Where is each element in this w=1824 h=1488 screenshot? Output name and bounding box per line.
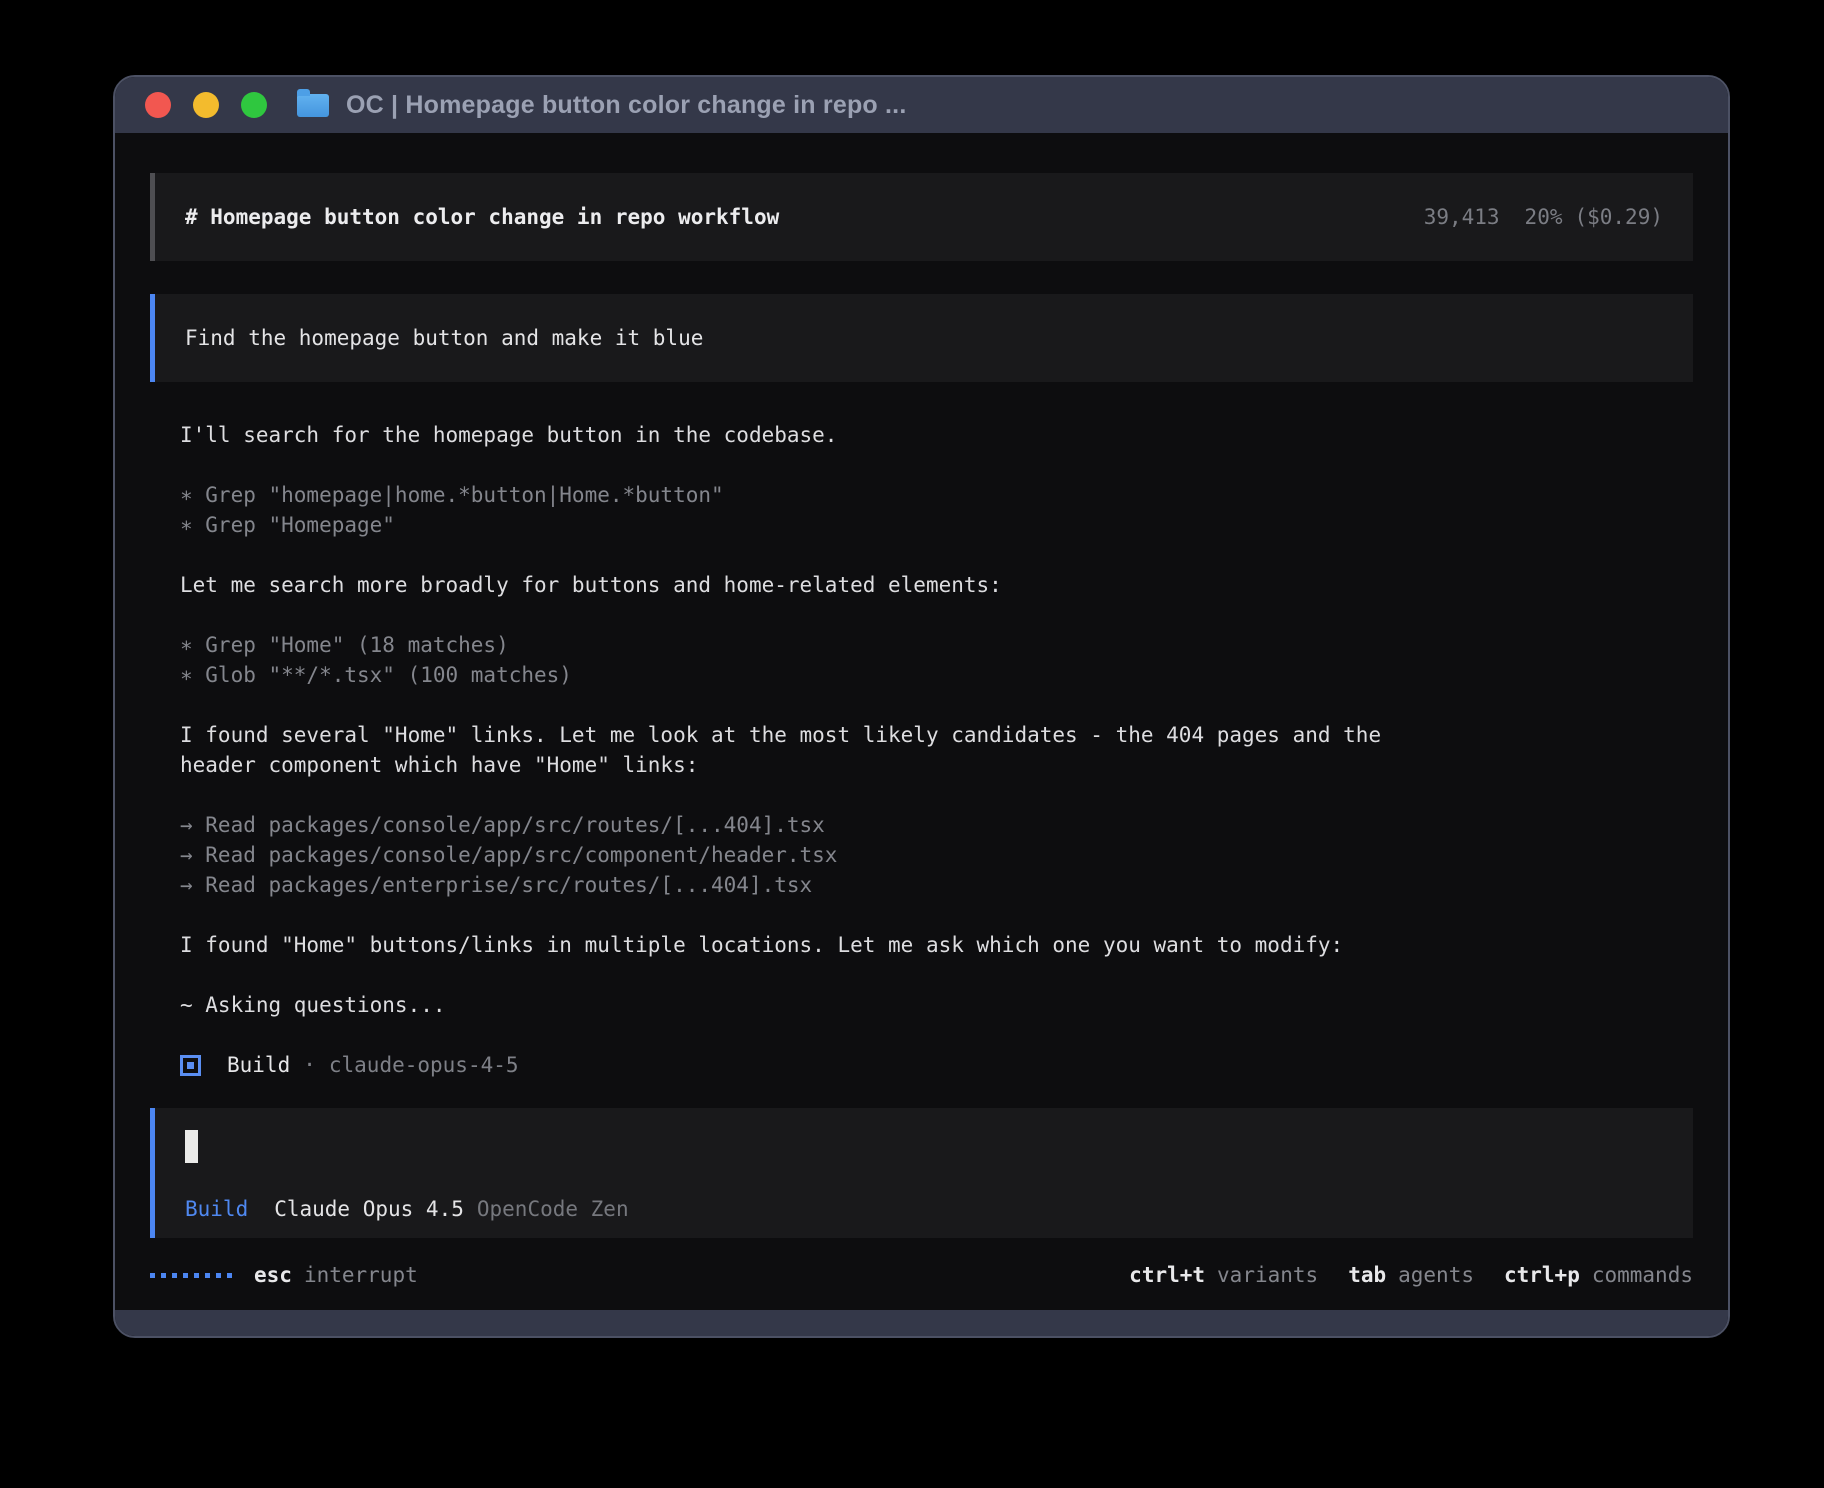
separator-dot: ·	[303, 1053, 316, 1077]
assistant-text-paragraph: ~ Asking questions...	[180, 990, 1693, 1020]
spinner-dot	[205, 1273, 210, 1278]
shortcut-key: ctrl+p	[1504, 1263, 1580, 1287]
spinner-dot	[194, 1273, 199, 1278]
assistant-text-paragraph: I found "Home" buttons/links in multiple…	[180, 930, 1693, 960]
session-header: # Homepage button color change in repo w…	[150, 173, 1693, 261]
assistant-text-paragraph: Let me search more broadly for buttons a…	[180, 570, 1693, 600]
traffic-lights	[145, 92, 267, 118]
assistant-text-line: I'll search for the homepage button in t…	[180, 420, 1693, 450]
session-cost: ($0.29)	[1574, 204, 1663, 230]
session-stats: 39,413 20% ($0.29)	[1424, 204, 1663, 230]
token-count: 39,413	[1424, 204, 1500, 230]
spinner-dot	[150, 1273, 155, 1278]
close-window-button[interactable]	[145, 92, 171, 118]
status-bar-right: ctrl+t variants tab agents ctrl+p commands	[1129, 1263, 1693, 1287]
shortcut-key: ctrl+t	[1129, 1263, 1205, 1287]
tool-call-line: ∗ Grep "homepage|home.*button|Home.*butt…	[180, 480, 1693, 510]
terminal-content: # Homepage button color change in repo w…	[115, 133, 1728, 1310]
zoom-window-button[interactable]	[241, 92, 267, 118]
keyboard-shortcut-hint: tab agents	[1348, 1263, 1474, 1287]
assistant-text-line: I found several "Home" links. Let me loo…	[180, 720, 1693, 750]
assistant-text-line: ~ Asking questions...	[180, 990, 1693, 1020]
folder-icon	[297, 94, 329, 117]
assistant-text-line: Let me search more broadly for buttons a…	[180, 570, 1693, 600]
agent-model: claude-opus-4-5	[329, 1053, 519, 1077]
prompt-model-name: Claude Opus 4.5	[274, 1196, 464, 1222]
tool-call-line: → Read packages/console/app/src/routes/[…	[180, 810, 1693, 840]
agent-name: Build	[227, 1053, 290, 1077]
terminal-window: OC | Homepage button color change in rep…	[113, 75, 1730, 1338]
keyboard-shortcut-hint: ctrl+t variants	[1129, 1263, 1318, 1287]
context-percent: 20%	[1525, 204, 1563, 230]
assistant-text-line: header component which have "Home" links…	[180, 750, 1693, 780]
assistant-text-paragraph: I found several "Home" links. Let me loo…	[180, 720, 1693, 780]
window-title: OC | Homepage button color change in rep…	[346, 91, 906, 120]
tool-call-line: ∗ Grep "Home" (18 matches)	[180, 630, 1693, 660]
esc-key-label: interrupt	[304, 1263, 418, 1287]
agent-square-icon	[180, 1055, 201, 1076]
spinner-dot	[227, 1273, 232, 1278]
spinner-dot	[172, 1273, 177, 1278]
status-bar: esc interrupt ctrl+tvariantstabagentsctr…	[150, 1260, 1693, 1290]
assistant-transcript: I'll search for the homepage button in t…	[150, 420, 1693, 1020]
esc-key-hint: esc	[254, 1263, 292, 1287]
shortcut-key: tab	[1348, 1263, 1386, 1287]
tool-call-group: ∗ Grep "Home" (18 matches)∗ Glob "**/*.t…	[180, 630, 1693, 690]
spinner-dot	[183, 1273, 188, 1278]
tool-call-group: ∗ Grep "homepage|home.*button|Home.*butt…	[180, 480, 1693, 540]
keyboard-shortcut-hint: ctrl+p commands	[1504, 1263, 1693, 1287]
session-title: # Homepage button color change in repo w…	[185, 204, 779, 230]
spinner-dots	[150, 1273, 232, 1278]
agent-status-line: Build · claude-opus-4-5	[150, 1050, 1693, 1080]
shortcut-label: commands	[1592, 1263, 1693, 1287]
status-bar-left: esc interrupt	[150, 1263, 418, 1287]
prompt-provider: OpenCode Zen	[477, 1196, 629, 1222]
window-titlebar: OC | Homepage button color change in rep…	[115, 77, 1728, 133]
user-message: Find the homepage button and make it blu…	[150, 294, 1693, 382]
tool-call-group: → Read packages/console/app/src/routes/[…	[180, 810, 1693, 900]
minimize-window-button[interactable]	[193, 92, 219, 118]
shortcut-label: agents	[1398, 1263, 1474, 1287]
text-cursor	[185, 1130, 198, 1163]
spinner-dot	[161, 1273, 166, 1278]
shortcut-label: variants	[1217, 1263, 1318, 1287]
user-message-text: Find the homepage button and make it blu…	[185, 326, 703, 350]
window-bottom-bar	[115, 1310, 1728, 1336]
tool-call-line: → Read packages/console/app/src/componen…	[180, 840, 1693, 870]
assistant-text-paragraph: I'll search for the homepage button in t…	[180, 420, 1693, 450]
prompt-agent-mode: Build	[185, 1196, 248, 1222]
prompt-meta: Build Claude Opus 4.5 OpenCode Zen	[185, 1196, 1663, 1222]
prompt-input[interactable]: Build Claude Opus 4.5 OpenCode Zen	[150, 1108, 1693, 1238]
tool-call-line: → Read packages/enterprise/src/routes/[.…	[180, 870, 1693, 900]
tool-call-line: ∗ Grep "Homepage"	[180, 510, 1693, 540]
spinner-dot	[216, 1273, 221, 1278]
tool-call-line: ∗ Glob "**/*.tsx" (100 matches)	[180, 660, 1693, 690]
assistant-text-line: I found "Home" buttons/links in multiple…	[180, 930, 1693, 960]
